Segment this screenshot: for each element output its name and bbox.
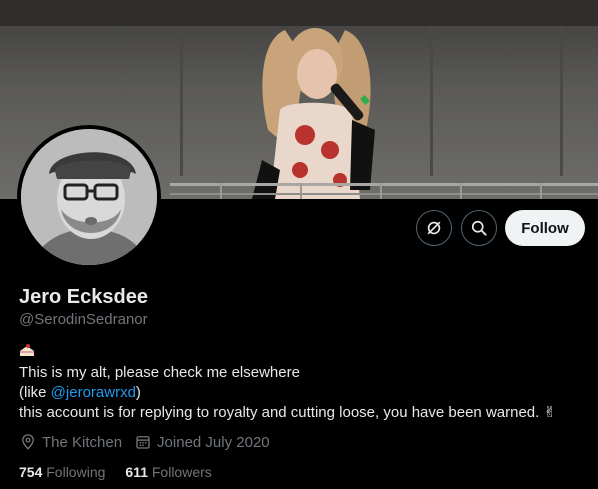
follow-button[interactable]: Follow — [505, 210, 585, 246]
followers-label: Followers — [151, 464, 212, 480]
followers-link[interactable]: 611 Followers — [125, 464, 211, 480]
banner-railing — [170, 193, 598, 195]
avatar-photo — [21, 129, 157, 265]
joined-item: Joined July 2020 — [134, 433, 270, 451]
banner-railing-post — [380, 183, 382, 199]
search-icon — [469, 218, 489, 238]
cake-icon — [19, 343, 35, 357]
location-item: The Kitchen — [19, 433, 122, 451]
profile-meta: The Kitchen Joined July 2020 — [19, 433, 282, 451]
bio-line-1: This is my alt, please check me elsewher… — [19, 364, 300, 381]
location-pin-icon — [19, 433, 42, 451]
following-label: Following — [46, 464, 106, 480]
banner-railing-post — [540, 183, 542, 199]
followers-count: 611 — [125, 464, 148, 480]
follow-stats: 754 Following 611 Followers — [19, 464, 232, 480]
location-text: The Kitchen — [42, 433, 123, 451]
display-name: Jero Ecksdee — [19, 286, 148, 308]
following-count: 754 — [19, 464, 43, 480]
bio-line-2-suffix: ) — [135, 384, 141, 401]
grok-icon — [424, 218, 444, 238]
avatar[interactable] — [17, 125, 161, 269]
banner-railing-post — [460, 183, 462, 199]
search-profile-button[interactable] — [461, 210, 497, 246]
bio-emoji-line — [19, 343, 589, 363]
banner-railing-post — [300, 183, 302, 199]
grok-button[interactable] — [416, 210, 452, 246]
bio-mention-link[interactable]: @jerorawrxd — [51, 384, 136, 401]
following-link[interactable]: 754 Following — [19, 464, 105, 480]
joined-date: Joined July 2020 — [157, 433, 270, 451]
bio-line-2-prefix: (like — [19, 384, 51, 401]
banner-railing — [170, 183, 598, 186]
profile-bio: This is my alt, please check me elsewher… — [19, 343, 589, 423]
bio-line-2: (like @jerorawrxd) — [19, 383, 589, 403]
bio-line-3: this account is for replying to royalty … — [19, 404, 557, 421]
calendar-icon — [134, 433, 157, 451]
user-handle: @SerodinSedranor — [19, 311, 148, 328]
banner-railing-post — [220, 183, 222, 199]
